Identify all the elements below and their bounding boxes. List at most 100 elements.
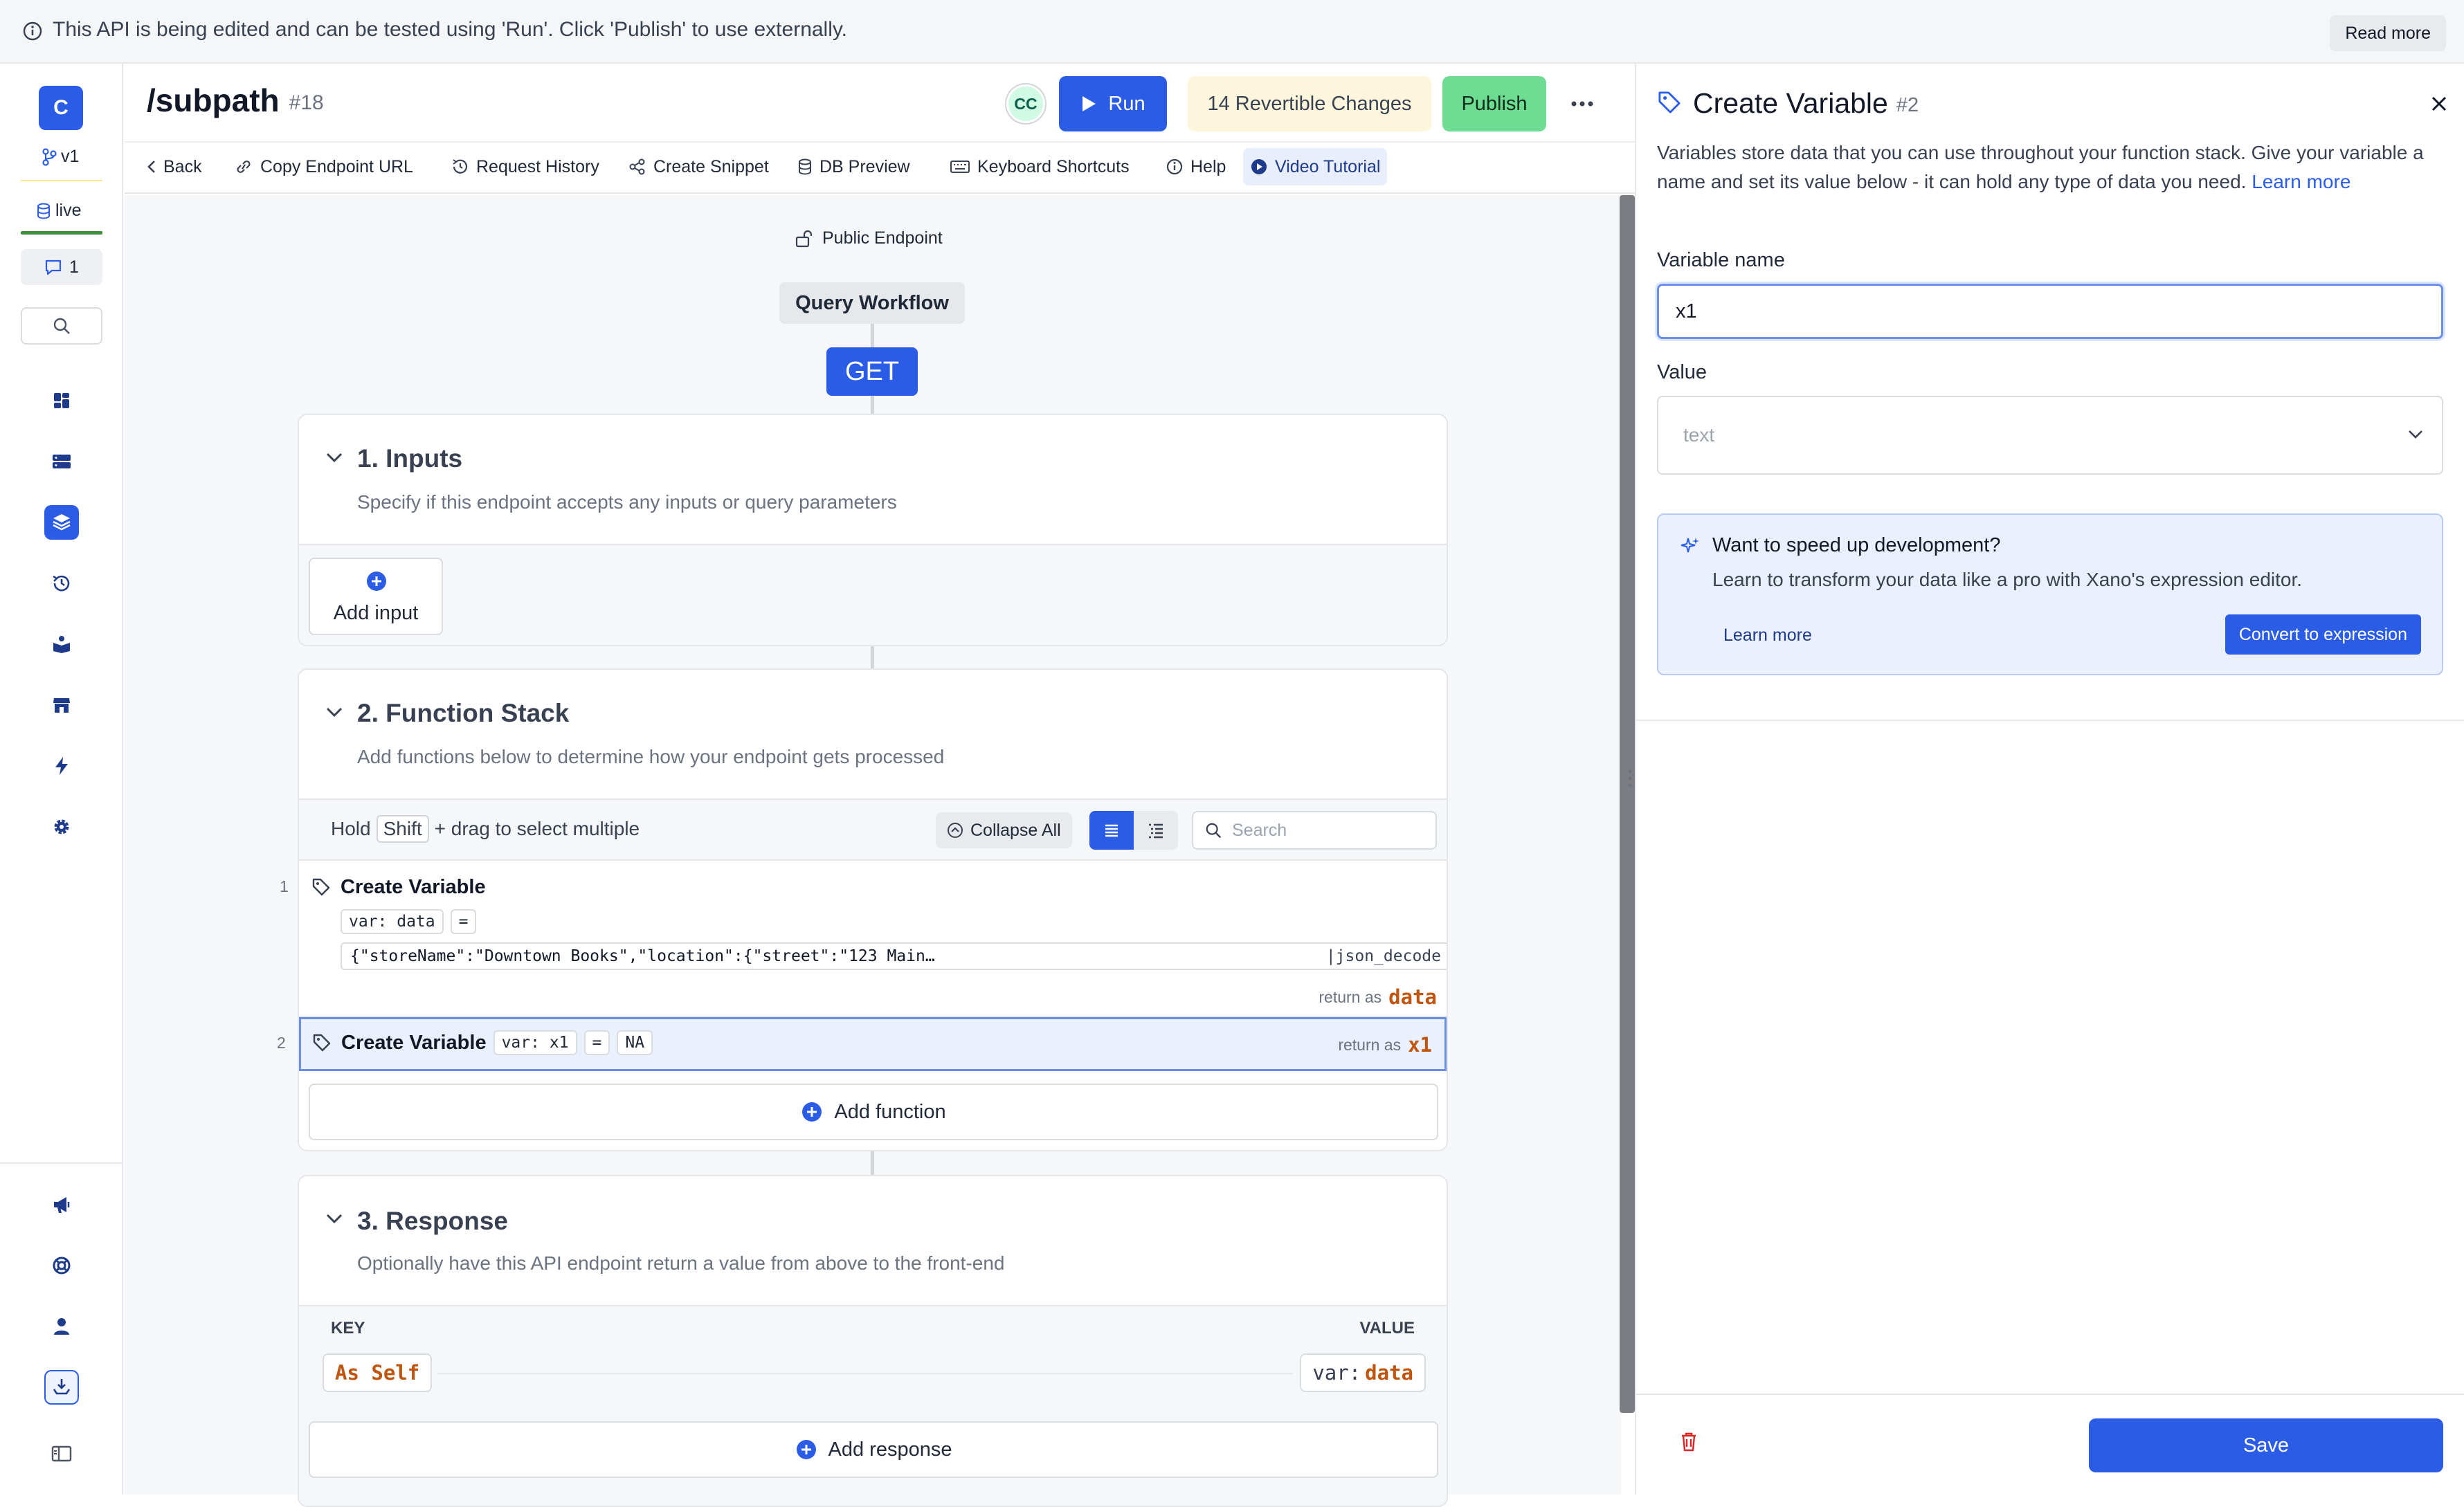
unlock-icon <box>795 230 813 247</box>
http-method-badge[interactable]: GET <box>826 347 918 396</box>
environment-selector[interactable]: live <box>36 201 82 221</box>
chevron-down-icon[interactable] <box>325 1212 343 1225</box>
panel-description: Variables store data that you can use th… <box>1657 138 2443 197</box>
canvas-scrollbar[interactable] <box>1620 195 1635 1413</box>
response-key-chip[interactable]: As Self <box>323 1353 433 1392</box>
search-placeholder: Search <box>1232 820 1287 840</box>
comments-button[interactable]: 1 <box>21 249 102 285</box>
function-name: Create Variable <box>341 1031 487 1054</box>
function-item-selected[interactable]: Create Variable var: x1 = NA return as x… <box>299 1017 1447 1071</box>
list-view-button[interactable] <box>1089 811 1134 850</box>
keyboard-icon <box>950 161 970 173</box>
video-tutorial-button[interactable]: Video Tutorial <box>1243 148 1388 185</box>
function-search-input[interactable]: Search <box>1192 811 1437 850</box>
nav-deploy[interactable] <box>44 1370 79 1405</box>
more-options-button[interactable] <box>1560 82 1604 126</box>
store-icon <box>53 698 70 713</box>
branch-icon <box>42 147 57 166</box>
create-snippet-button[interactable]: Create Snippet <box>622 148 776 185</box>
nav-dashboard[interactable] <box>44 383 79 418</box>
public-endpoint-label[interactable]: Public Endpoint <box>795 228 943 248</box>
rail-search-button[interactable] <box>21 307 102 345</box>
convert-to-expression-button[interactable]: Convert to expression <box>2225 614 2421 655</box>
value-variable: data <box>1365 1361 1413 1385</box>
add-input-button[interactable]: Add input <box>309 558 443 635</box>
back-button[interactable]: Back <box>140 148 209 185</box>
filter-label: |json_decode <box>1325 947 1441 965</box>
help-label: Help <box>1190 156 1226 176</box>
info-icon <box>1166 158 1183 175</box>
variable-chip[interactable]: var: data <box>341 909 444 934</box>
nav-announcements[interactable] <box>44 1187 79 1222</box>
response-value-chip[interactable]: var: data <box>1300 1353 1426 1392</box>
help-button[interactable]: Help <box>1159 148 1233 185</box>
chevron-down-icon[interactable] <box>325 451 343 464</box>
close-icon[interactable] <box>2429 94 2449 113</box>
plus-circle-icon <box>367 572 386 591</box>
list-detail-icon <box>1149 823 1163 839</box>
db-preview-button[interactable]: DB Preview <box>790 148 917 185</box>
nav-marketplace[interactable] <box>44 688 79 722</box>
add-response-button[interactable]: Add response <box>309 1421 1438 1478</box>
function-stack-section: 2. Function Stack Add functions below to… <box>298 668 1448 1151</box>
resize-handle-icon[interactable] <box>1627 768 1633 789</box>
nav-account[interactable] <box>44 1309 79 1344</box>
nav-api[interactable] <box>44 505 79 540</box>
function-value[interactable]: {"storeName":"Downtown Books","location"… <box>341 942 1447 970</box>
branch-selector[interactable]: v1 <box>42 147 79 167</box>
nav-support[interactable] <box>44 1248 79 1283</box>
value-label: Value <box>1657 361 1707 383</box>
database-icon <box>37 203 50 219</box>
function-value[interactable]: NA <box>617 1030 653 1055</box>
database-icon <box>799 158 811 175</box>
function-item[interactable]: Create Variable var: data = {"storeName"… <box>299 864 1447 1017</box>
nav-database[interactable] <box>44 444 79 479</box>
environment-label: live <box>55 201 82 220</box>
chevron-down-icon[interactable] <box>325 706 343 718</box>
db-preview-label: DB Preview <box>819 156 910 176</box>
workspace-avatar[interactable]: C <box>39 86 83 130</box>
footer-divider <box>1636 1394 2464 1395</box>
add-function-button[interactable]: Add function <box>309 1084 1438 1140</box>
copy-endpoint-url-button[interactable]: Copy Endpoint URL <box>227 148 420 185</box>
collaborator-avatar[interactable]: CC <box>1006 84 1045 123</box>
sparkles-icon <box>1681 538 1699 553</box>
server-icon <box>53 455 71 468</box>
value-select[interactable]: text <box>1657 396 2443 475</box>
save-button[interactable]: Save <box>2089 1418 2443 1472</box>
keyboard-shortcuts-button[interactable]: Keyboard Shortcuts <box>943 148 1136 185</box>
return-variable: data <box>1388 985 1437 1009</box>
tip-learn-more-link[interactable]: Learn more <box>1723 625 1812 646</box>
nav-library[interactable] <box>44 627 79 661</box>
http-method-text: GET <box>844 356 900 386</box>
play-circle-icon <box>1251 159 1267 174</box>
nav-triggers[interactable] <box>44 749 79 783</box>
panel-id: #2 <box>1896 94 1919 116</box>
left-nav-rail: C v1 live 1 <box>0 64 123 1495</box>
learn-more-link[interactable]: Learn more <box>2252 171 2350 192</box>
lightning-icon <box>55 757 68 775</box>
function-name: Create Variable <box>341 876 486 898</box>
nav-settings[interactable] <box>44 810 79 844</box>
return-as-label: return as <box>1338 1035 1402 1054</box>
detailed-view-button[interactable] <box>1134 811 1178 850</box>
connector-line <box>871 645 874 670</box>
request-history-button[interactable]: Request History <box>444 148 606 185</box>
page-title: /subpath <box>147 82 280 118</box>
nav-history[interactable] <box>44 566 79 601</box>
variable-chip[interactable]: var: x1 <box>493 1030 577 1055</box>
history-icon <box>453 159 468 174</box>
run-button[interactable]: Run <box>1059 76 1167 131</box>
function-value-text: {"storeName":"Downtown Books","location"… <box>350 947 935 965</box>
read-more-button[interactable]: Read more <box>2330 15 2446 51</box>
gear-icon <box>54 819 69 834</box>
response-section: 3. Response Optionally have this API end… <box>298 1175 1448 1507</box>
variable-name-input[interactable]: x1 <box>1657 284 2443 339</box>
publish-button[interactable]: Publish <box>1442 76 1546 131</box>
nav-toggle-sidebar[interactable] <box>44 1436 79 1471</box>
collapse-icon <box>948 823 963 838</box>
video-tutorial-label: Video Tutorial <box>1275 156 1381 176</box>
trash-icon[interactable] <box>1679 1431 1698 1453</box>
collapse-all-button[interactable]: Collapse All <box>936 812 1072 848</box>
revertible-changes-button[interactable]: 14 Revertible Changes <box>1188 76 1431 131</box>
